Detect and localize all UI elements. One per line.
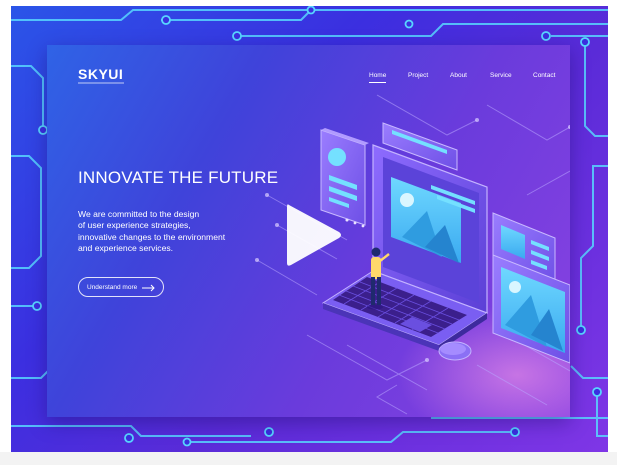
understand-more-button[interactable]: Understand more (78, 277, 164, 297)
thumbnail-bottom-edge (0, 452, 617, 465)
hero-headline: INNOVATE THE FUTURE (78, 168, 279, 187)
nav-item-about[interactable]: About (450, 72, 467, 79)
logo-tagline-bar (78, 82, 124, 84)
hero-description-line: of user experience strategies, (78, 220, 191, 231)
nav-item-home[interactable]: Home (369, 72, 387, 83)
hero-description-line: and experience services. (78, 242, 174, 253)
nav-item-contact[interactable]: Contact (533, 72, 555, 79)
nav-item-project[interactable]: Project (408, 72, 428, 79)
brand-logo[interactable]: SKYUI (78, 66, 123, 82)
nav-item-service[interactable]: Service (490, 72, 512, 79)
video-thumbnail-frame: SKYUI Home Project About Service Contact… (11, 6, 608, 452)
arrow-right-icon (142, 284, 155, 292)
hero-description-line: innovative changes to the environment (78, 231, 226, 242)
hero-description: We are committed to the design of user e… (78, 209, 268, 254)
understand-more-label: Understand more (87, 283, 138, 291)
play-icon[interactable] (283, 201, 343, 269)
hero-description-line: We are committed to the design (78, 209, 200, 219)
